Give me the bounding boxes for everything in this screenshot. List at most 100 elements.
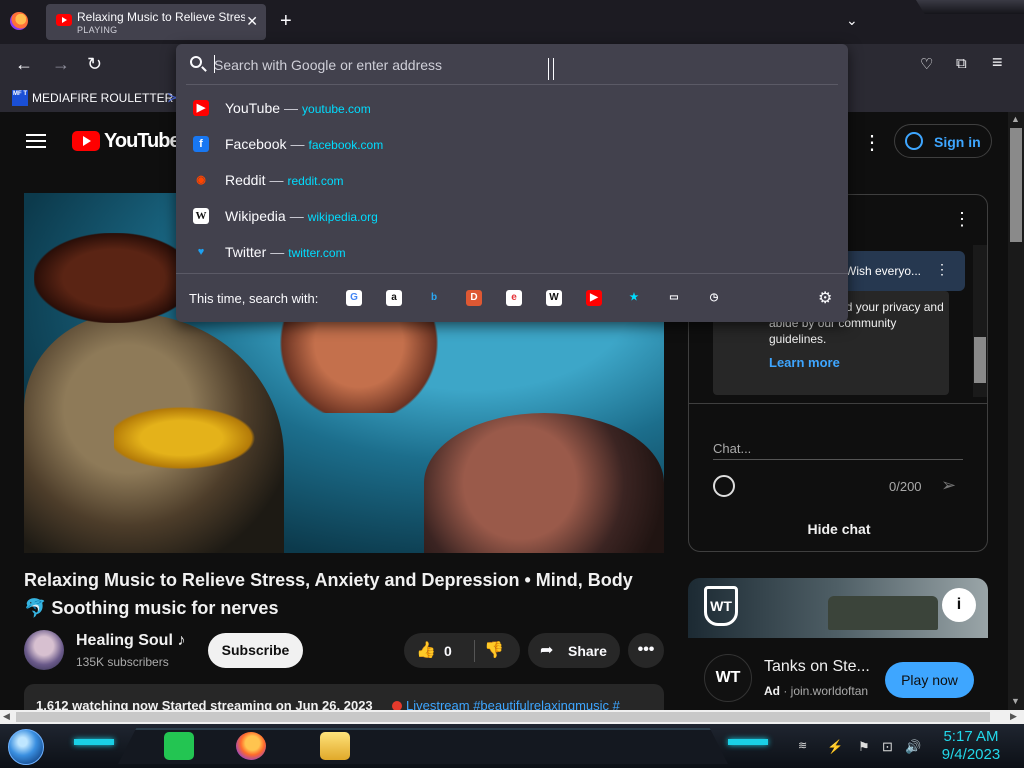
pinned-message-text: Wish everyo...	[845, 264, 922, 278]
google-icon[interactable]: G	[346, 290, 362, 306]
chat-more-icon[interactable]: ⋮	[953, 209, 971, 230]
screen: Relaxing Music to Relieve Stress, Anxiet…	[0, 0, 1024, 768]
suggestion-site-name: Twitter	[225, 244, 267, 260]
chat-divider	[689, 403, 987, 404]
urlbar-divider	[186, 84, 838, 85]
search-settings-gear-icon[interactable]: ⚙	[818, 288, 832, 308]
scroll-down-icon[interactable]: ▼	[1011, 696, 1020, 706]
channel-name[interactable]: Healing Soul ♪	[76, 632, 185, 650]
settings-kebab-icon[interactable]: ⋮	[862, 130, 882, 155]
guide-menu-icon[interactable]	[26, 134, 46, 148]
suggestion-facebook[interactable]: f Facebook — facebook.com	[176, 126, 848, 162]
forward-button[interactable]: →	[52, 54, 70, 75]
tray-app-icon[interactable]: ⚡	[827, 739, 843, 755]
reload-button[interactable]: ↻	[87, 54, 102, 75]
description-hashtags[interactable]: Livestream #beautifulrelaxingmusic #	[406, 698, 620, 710]
duckduckgo-icon[interactable]: D	[466, 290, 482, 306]
suggestion-url: reddit.com	[287, 174, 344, 188]
page-horizontal-scrollbar[interactable]: ◀ ▶	[0, 710, 1024, 724]
ad-card[interactable]: WT i WT Tanks on Ste... Ad · join.worldo…	[688, 578, 988, 710]
wot-logo-icon: WT	[704, 586, 738, 626]
scroll-left-icon[interactable]: ◀	[3, 711, 10, 722]
page-vertical-scrollbar[interactable]: ▲ ▼	[1008, 112, 1024, 710]
menu-icon[interactable]: ≡	[992, 52, 1003, 73]
youtube-logo-icon[interactable]	[72, 131, 100, 151]
tab-active[interactable]: Relaxing Music to Relieve Stress, Anxiet…	[46, 4, 266, 40]
dislike-icon[interactable]: 👎	[484, 640, 504, 660]
history-icon[interactable]: ◷	[706, 290, 722, 306]
scroll-right-icon[interactable]: ▶	[1010, 711, 1017, 722]
play-now-button[interactable]: Play now	[885, 662, 974, 698]
chat-input[interactable]: Chat...	[713, 441, 751, 456]
file-explorer-icon[interactable]	[320, 732, 350, 760]
send-icon[interactable]: ➢	[941, 475, 956, 496]
tray-network-icon[interactable]: ⊡	[882, 739, 893, 755]
suggestion-site-name: Wikipedia	[225, 208, 286, 224]
page-scrollbar-thumb[interactable]	[1010, 128, 1022, 242]
urlbar-footer-divider	[176, 273, 848, 274]
firefox-taskbar-icon[interactable]	[236, 732, 266, 760]
chat-scrollbar[interactable]	[973, 245, 987, 397]
tray-volume-icon[interactable]: 🔊	[905, 739, 921, 755]
like-icon[interactable]: 👍	[416, 640, 436, 660]
firefox-icon[interactable]	[10, 12, 28, 30]
theme-decoration	[916, 0, 1024, 14]
suggestion-twitter[interactable]: ♥ Twitter — twitter.com	[176, 234, 848, 270]
ad-info-icon[interactable]: i	[942, 588, 976, 622]
scroll-up-icon[interactable]: ▲	[1011, 114, 1020, 124]
suggestion-wikipedia[interactable]: W Wikipedia — wikipedia.org	[176, 198, 848, 234]
like-count: 0	[444, 643, 452, 659]
suggestion-title: YouTube — youtube.com	[225, 100, 371, 116]
bing-icon[interactable]: b	[426, 290, 442, 306]
bookmarks-icon[interactable]: ★	[626, 290, 642, 306]
advertiser-logo-icon[interactable]: WT	[704, 654, 752, 702]
channel-avatar[interactable]	[24, 630, 64, 670]
more-actions-button[interactable]: •••	[628, 633, 664, 668]
urlbar-dropdown: ▶YouTube—youtube.comfFacebook—facebook.c…	[176, 44, 848, 322]
new-tab-button[interactable]: +	[280, 10, 292, 33]
horizontal-scrollbar-thumb[interactable]	[16, 712, 990, 722]
learn-more-link[interactable]: Learn more	[769, 355, 840, 370]
pinned-more-icon[interactable]: ⋮	[935, 261, 949, 278]
taskbar-grip-icon: ≋	[798, 740, 808, 752]
back-button[interactable]: ←	[15, 54, 33, 75]
amazon-icon[interactable]: a	[386, 290, 402, 306]
taskbar-dock	[118, 728, 728, 764]
start-orb-icon[interactable]	[8, 729, 44, 765]
search-icon	[190, 56, 202, 68]
list-all-tabs-icon[interactable]: ⌄	[846, 12, 858, 29]
extensions-icon[interactable]: ⧉	[956, 55, 967, 72]
pocket-icon[interactable]: ♡	[920, 55, 933, 73]
live-dot-icon	[392, 701, 402, 710]
chat-scrollbar-thumb[interactable]	[974, 337, 986, 383]
tabs-icon[interactable]: ▭	[666, 290, 682, 306]
suggestion-title: Wikipedia — wikipedia.org	[225, 208, 378, 224]
subscribe-button[interactable]: Subscribe	[208, 633, 303, 668]
bookmark-mediafire-rouletter[interactable]: MEDIAFIRE ROULETTER	[32, 91, 173, 105]
wikipedia-icon[interactable]: W	[546, 290, 562, 306]
close-tab-icon[interactable]: ✕	[246, 13, 258, 30]
youtube-wordmark[interactable]: YouTube	[104, 130, 181, 153]
ad-title[interactable]: Tanks on Ste...	[764, 658, 870, 676]
suggestion-youtube[interactable]: ▶ YouTube — youtube.com	[176, 90, 848, 126]
youtube-search-icon[interactable]: ▶	[586, 290, 602, 306]
suggestion-separator: —	[269, 172, 284, 188]
share-icon: ➦	[540, 642, 554, 659]
video-title: Relaxing Music to Relieve Stress, Anxiet…	[24, 570, 633, 618]
facebook-icon: f	[193, 136, 209, 152]
suggestion-reddit[interactable]: ◉ Reddit — reddit.com	[176, 162, 848, 198]
address-input[interactable]	[214, 54, 834, 76]
twitter-icon: ♥	[197, 246, 205, 258]
tray-flag-icon[interactable]: ⚑	[858, 739, 870, 755]
share-button[interactable]: ➦ Share	[528, 633, 620, 668]
sign-in-label: Sign in	[934, 134, 981, 150]
emoji-icon[interactable]	[713, 475, 735, 497]
video-frame-coral	[424, 413, 664, 553]
ebay-icon[interactable]: e	[506, 290, 522, 306]
sign-in-button[interactable]: Sign in	[894, 124, 992, 158]
description-box[interactable]: 1,612 watching now Started streaming on …	[24, 684, 664, 710]
suggestion-url: wikipedia.org	[307, 210, 378, 224]
hide-chat-button[interactable]: Hide chat	[689, 521, 987, 537]
taskbar-clock[interactable]: 5:17 AM 9/4/2023	[936, 728, 1006, 764]
notes-app-icon[interactable]	[164, 732, 194, 760]
